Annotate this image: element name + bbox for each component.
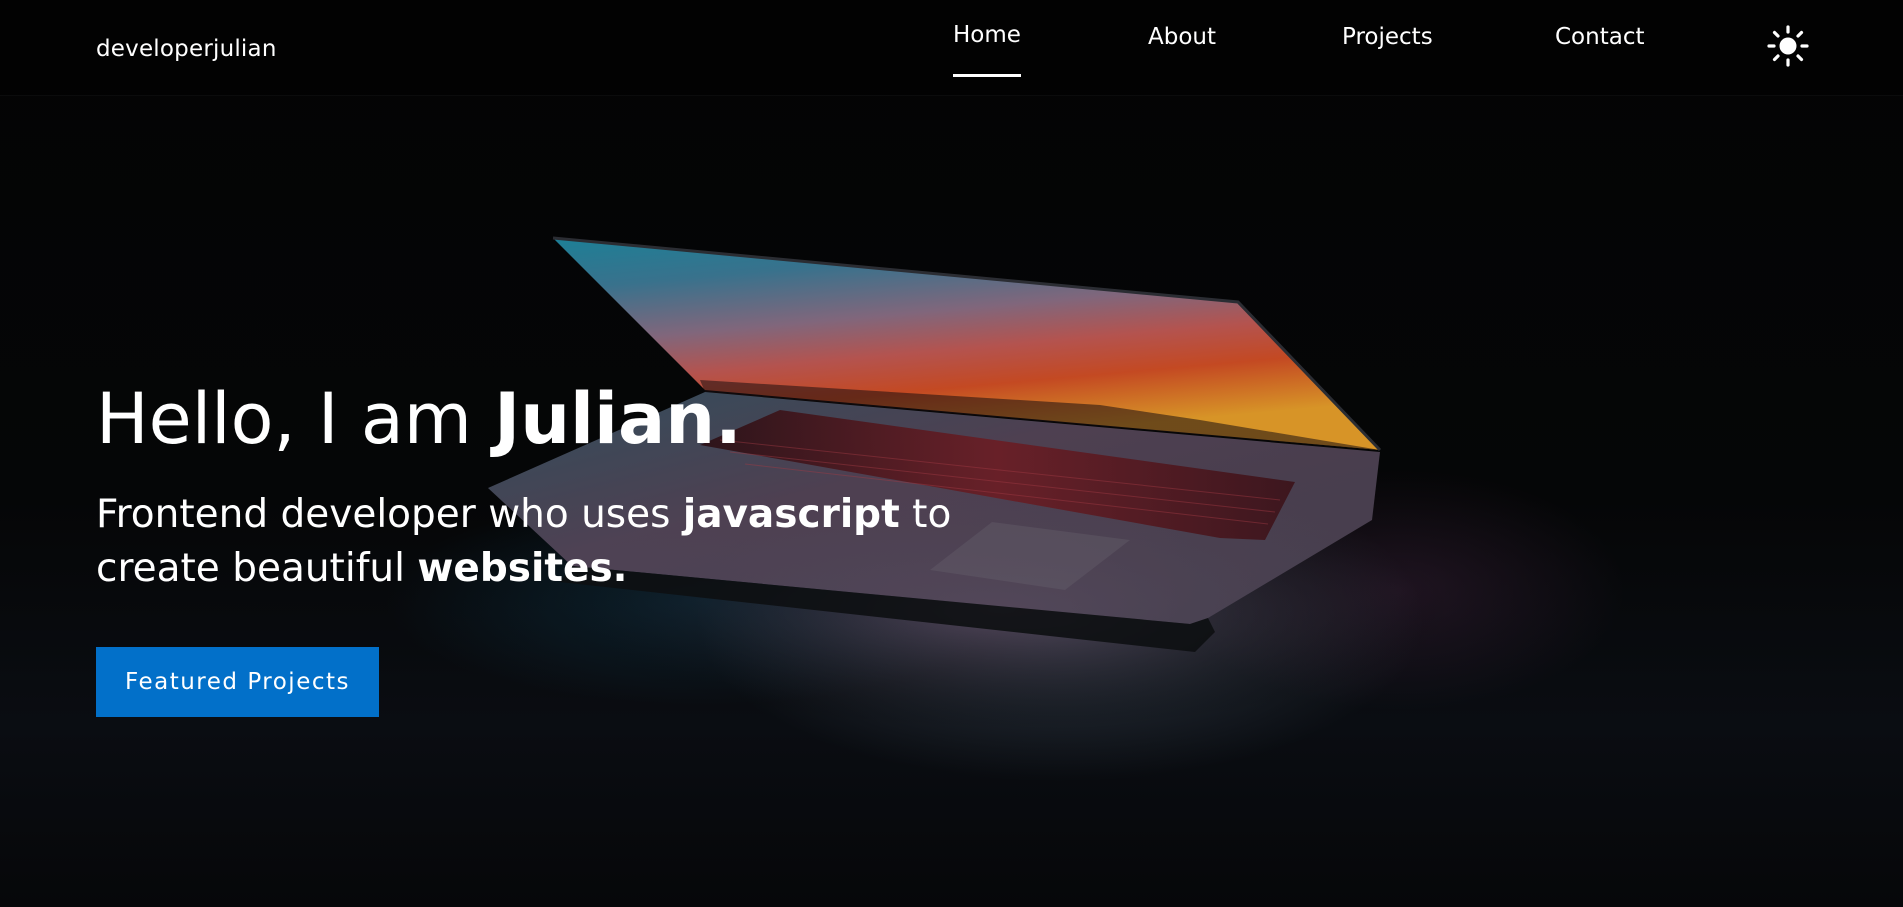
hero-subtitle-text-1: Frontend developer who uses — [96, 492, 683, 537]
sun-icon — [1767, 25, 1809, 67]
main-nav: Home About Projects Contact — [0, 22, 1903, 82]
nav-item-projects[interactable]: Projects — [1342, 24, 1433, 80]
page: developerjulian Home About Projects Cont… — [0, 0, 1903, 907]
nav-item-contact[interactable]: Contact — [1555, 24, 1644, 80]
hero-greeting: Hello, I am — [96, 378, 495, 460]
featured-projects-button[interactable]: Featured Projects — [96, 647, 379, 717]
nav-item-about[interactable]: About — [1148, 24, 1216, 80]
header: developerjulian Home About Projects Cont… — [0, 0, 1903, 96]
hero-subtitle-emphasis-2: websites. — [417, 546, 628, 591]
hero-subtitle: Frontend developer who uses javascript t… — [96, 488, 1036, 596]
theme-toggle-button[interactable] — [1766, 24, 1810, 68]
hero-name: Julian. — [494, 378, 742, 460]
nav-item-home[interactable]: Home — [953, 22, 1021, 78]
hero-title: Hello, I am Julian. — [96, 376, 742, 462]
hero-subtitle-emphasis-1: javascript — [682, 492, 900, 537]
